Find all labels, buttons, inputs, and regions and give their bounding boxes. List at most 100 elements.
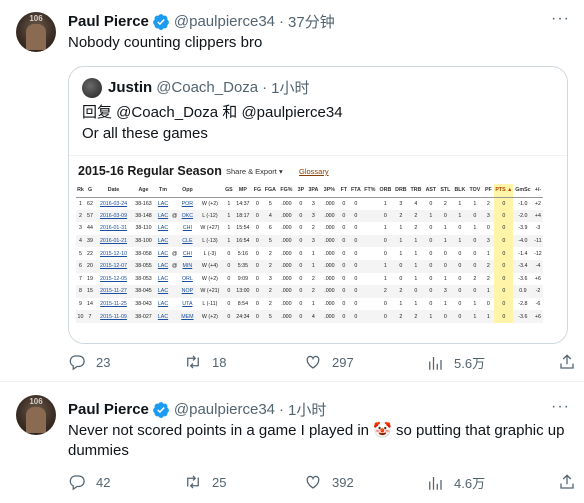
- stats-cell: LAC: [157, 225, 169, 232]
- stats-cell: 0: [349, 234, 363, 248]
- avatar[interactable]: 106: [16, 12, 56, 52]
- stats-header-cell: FT%: [362, 184, 378, 198]
- stats-cell: .000: [320, 259, 339, 273]
- stats-cell: 0: [429, 200, 433, 207]
- stats-cell: 14: [87, 301, 93, 308]
- avatar[interactable]: 106: [16, 395, 56, 435]
- reply-button[interactable]: 23: [68, 353, 110, 371]
- stats-cell: W (+2): [201, 200, 218, 207]
- stats-cell: 0: [295, 234, 307, 248]
- stats-cell: @: [171, 259, 179, 273]
- stats-cell: 39: [85, 234, 95, 248]
- timestamp[interactable]: 37分钟: [288, 11, 335, 32]
- stats-cell: +2: [534, 200, 541, 207]
- stats-cell: 0: [438, 259, 453, 273]
- stats-cell: .000: [277, 310, 296, 323]
- stats-header-cell: Tm: [155, 184, 171, 198]
- stats-cell: 1: [79, 200, 82, 207]
- stats-cell: [362, 197, 377, 210]
- like-button[interactable]: 297: [304, 353, 354, 371]
- more-options-icon[interactable]: ···: [551, 10, 570, 28]
- stats-cell: 0: [458, 225, 462, 232]
- stats-cell: 7: [79, 275, 82, 282]
- stats-cell: 0: [338, 285, 350, 298]
- stats-cell: 3: [306, 234, 321, 248]
- stats-cell: 0: [342, 225, 346, 232]
- retweet-button[interactable]: 25: [184, 473, 226, 491]
- stats-cell: 15: [85, 285, 95, 298]
- stats-cell: 1: [452, 234, 468, 248]
- quoted-tweet-header: Justin @Coach_Doza · 1小时: [82, 77, 309, 98]
- stats-cell: LAC: [157, 301, 169, 308]
- stats-cell: +4: [532, 209, 544, 223]
- author-name[interactable]: Paul Pierce: [68, 13, 149, 30]
- quoted-tweet[interactable]: Justin @Coach_Doza · 1小时 回复 @Coach_Doza …: [68, 66, 568, 344]
- stats-header-cell: TOV: [467, 184, 483, 198]
- tweet-2[interactable]: 106 Paul Pierce @paulpierce34 · 1小时 ··· …: [0, 383, 584, 503]
- share-button[interactable]: [558, 473, 576, 494]
- stats-cell: 38-110: [135, 225, 152, 232]
- stats-cell: [362, 222, 377, 235]
- stats-cell: .000: [324, 275, 335, 282]
- stats-cell: 0: [494, 234, 514, 248]
- views-bar-chart-icon: [429, 476, 442, 490]
- retweet-button[interactable]: 18: [184, 353, 226, 371]
- stats-cell: .000: [324, 250, 335, 257]
- stats-cell: 3: [438, 285, 453, 298]
- stats-cell: 0: [377, 209, 394, 223]
- stats-cell: 0: [473, 250, 477, 257]
- stats-cell: 16:54: [234, 234, 252, 248]
- stats-cell: LAC: [155, 285, 171, 298]
- stats-cell: 2: [268, 301, 272, 308]
- stats-cell: 0: [338, 209, 350, 223]
- view-count: 5.6万: [454, 356, 486, 371]
- stats-cell: 0: [494, 209, 514, 223]
- stats-cell: 2: [414, 225, 418, 232]
- stats-cell: 0: [251, 234, 264, 248]
- stats-cell: 4: [263, 209, 278, 223]
- stats-cell: 0: [452, 259, 468, 273]
- stats-cell: 0: [295, 310, 307, 323]
- views-button[interactable]: 5.6万: [426, 353, 485, 372]
- author-handle[interactable]: @paulpierce34: [174, 13, 275, 30]
- stats-cell: 8: [76, 285, 85, 298]
- stats-cell: 2: [311, 275, 315, 282]
- stats-cell: MIN: [178, 259, 197, 273]
- stats-cell: 1: [408, 234, 424, 248]
- stats-cell: -4.0: [513, 234, 533, 248]
- stats-cell: 2: [408, 209, 424, 223]
- stats-cell: 2015-12-07: [95, 259, 132, 273]
- views-button[interactable]: 4.6万: [426, 473, 485, 492]
- stats-cell: L (-11): [202, 301, 218, 308]
- like-button[interactable]: 392: [304, 473, 354, 491]
- stats-table-image[interactable]: 2015-16 Regular Season Share & Export ▾ …: [69, 155, 567, 343]
- stats-header-cell: 3P%: [320, 184, 339, 198]
- stats-header-cell: FG: [251, 184, 264, 198]
- stats-header-cell: Date: [95, 184, 132, 198]
- separator-dot: ·: [279, 401, 285, 418]
- stats-cell: 0: [349, 310, 363, 323]
- stats-cell: [362, 247, 377, 260]
- separator-dot: ·: [279, 13, 285, 30]
- timestamp[interactable]: 1小时: [288, 399, 326, 420]
- stats-cell: 0: [429, 275, 433, 282]
- stats-cell: W (+21): [196, 285, 224, 298]
- share-button[interactable]: [558, 353, 576, 374]
- stats-cell: 5:16: [237, 250, 249, 257]
- author-name[interactable]: Paul Pierce: [68, 401, 149, 418]
- stats-cell: LAC: [157, 200, 169, 207]
- stats-cell: 1: [423, 310, 439, 323]
- stats-cell: 0: [251, 285, 264, 298]
- author-handle[interactable]: @paulpierce34: [174, 401, 275, 418]
- quoted-avatar: [82, 77, 102, 98]
- stats-cell: MEM: [178, 310, 197, 323]
- stats-cell: .000: [324, 200, 335, 207]
- more-options-icon[interactable]: ···: [551, 398, 570, 416]
- reply-button[interactable]: 42: [68, 473, 110, 491]
- stats-cell: 0: [458, 250, 462, 257]
- stats-cell: 14:37: [236, 200, 250, 207]
- share-icon: [560, 354, 574, 369]
- stats-cell: 2015-11-27: [95, 285, 132, 298]
- stats-cell: 3: [268, 275, 272, 282]
- tweet-1[interactable]: 106 Paul Pierce @paulpierce34 · 37分钟 ···…: [0, 0, 584, 382]
